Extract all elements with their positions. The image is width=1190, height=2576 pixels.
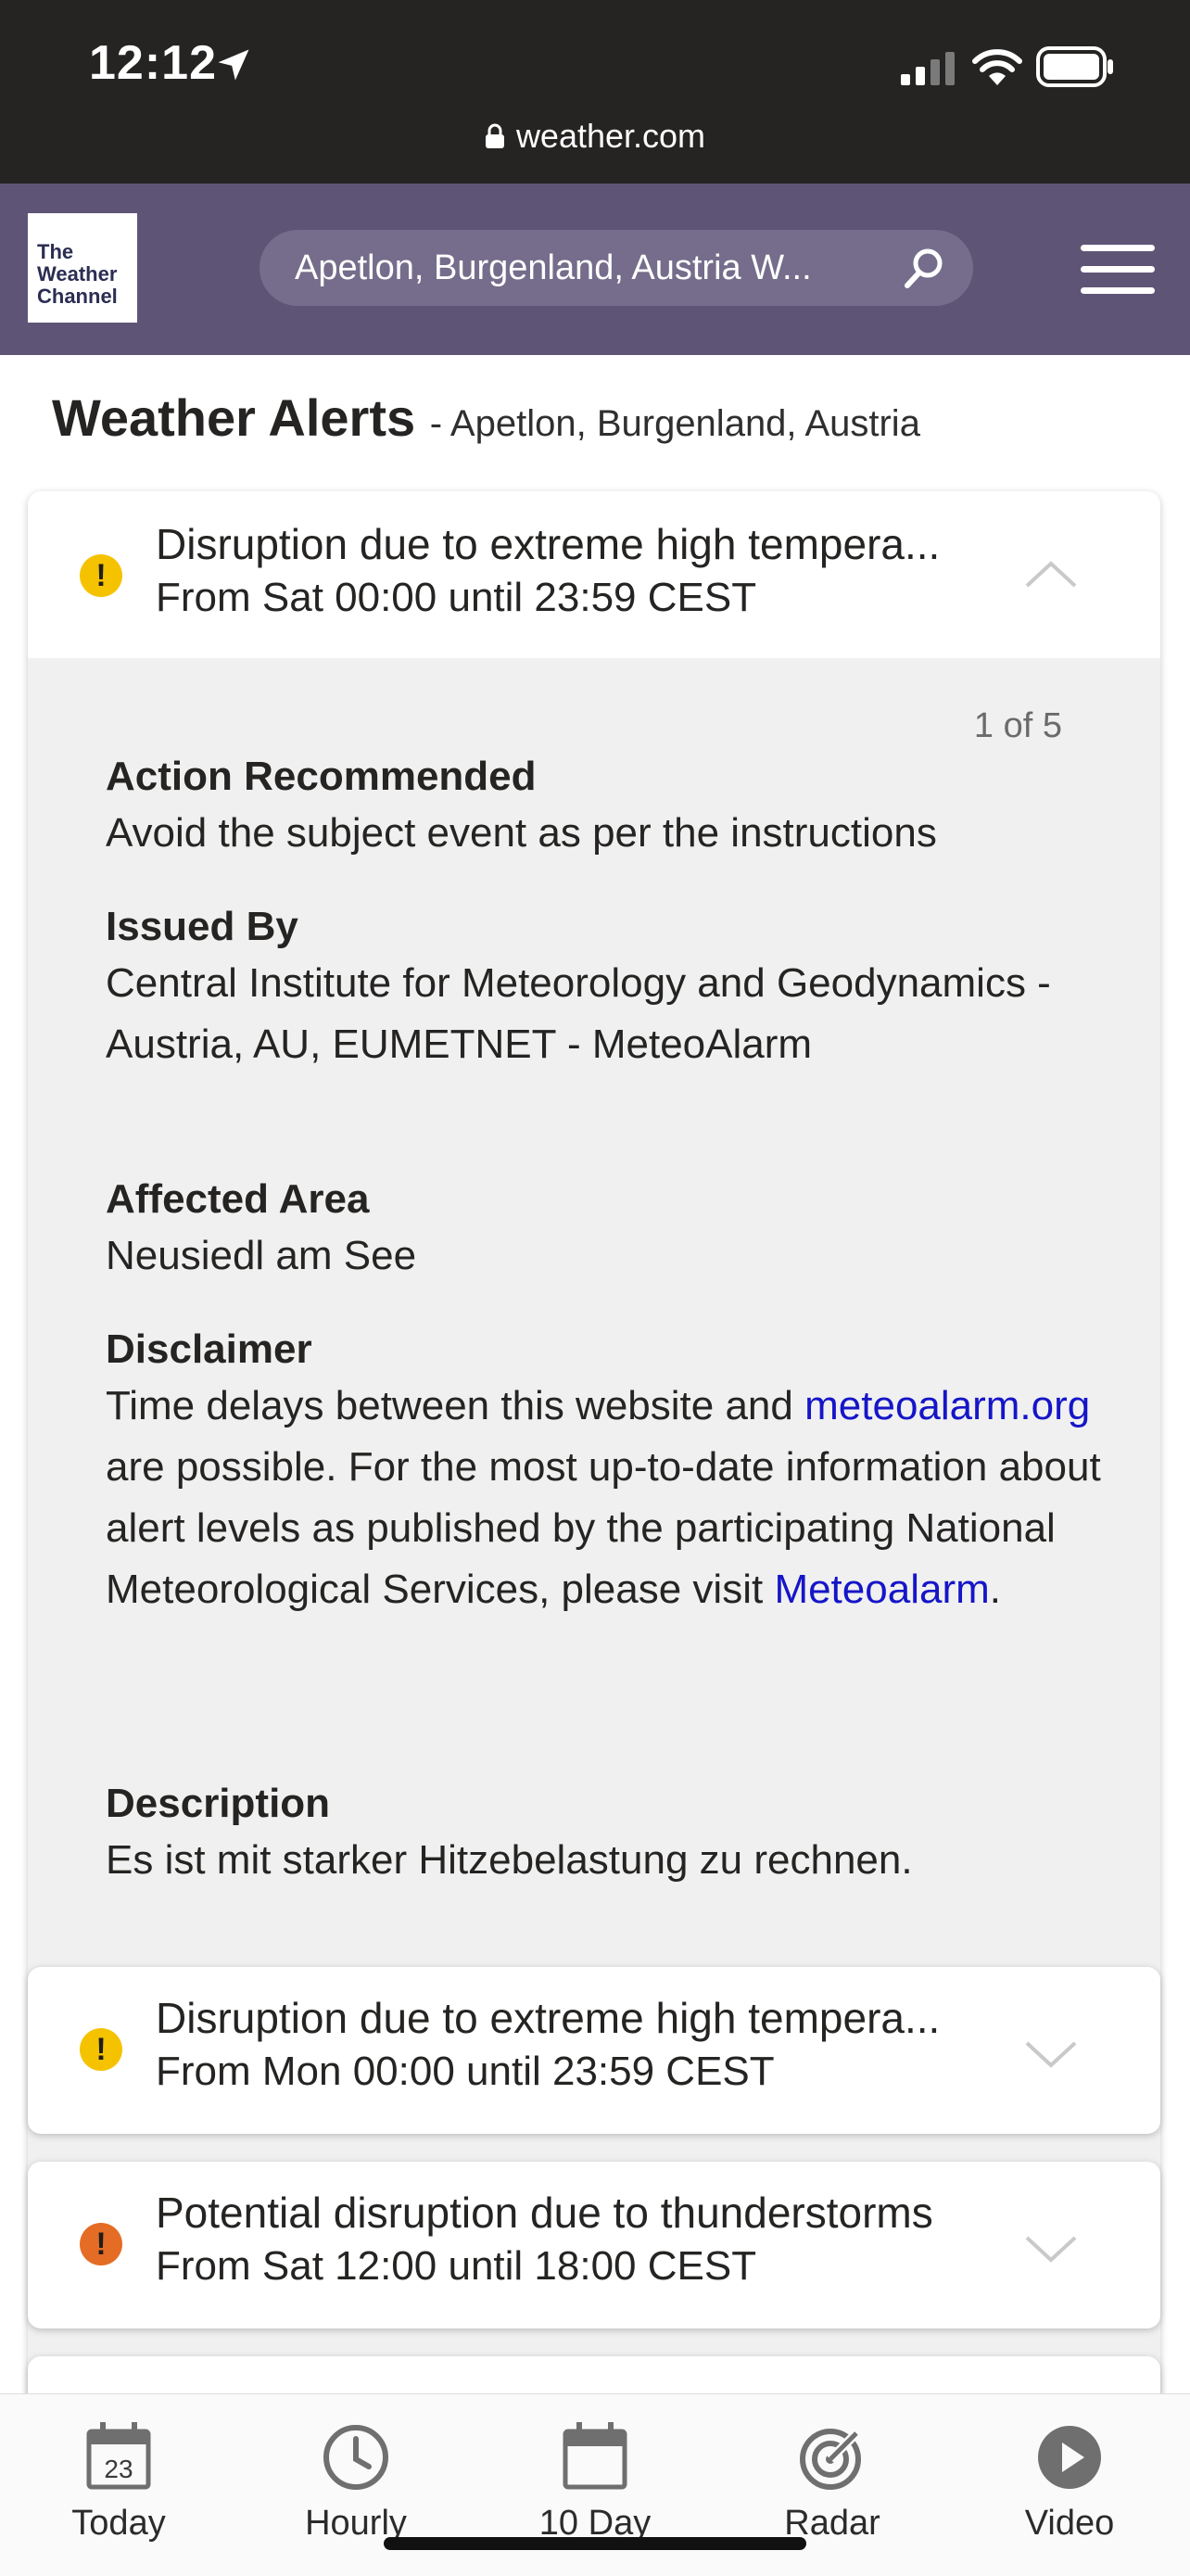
alert-title: Potential disruption due to thunderstorm… (156, 2189, 933, 2237)
logo-line: The (37, 240, 74, 263)
url-bar[interactable]: weather.com (0, 117, 1190, 156)
disclaimer-text: Time delays between this website and met… (106, 1376, 1107, 1620)
description-section: Description Es ist mit starker Hitzebela… (106, 1778, 1107, 1891)
cellular-signal-icon (901, 52, 955, 85)
chevron-up-icon[interactable] (1023, 558, 1079, 590)
alert-title: Disruption due to extreme high tempera..… (156, 1994, 941, 2042)
alert-card[interactable]: ! Potential disruption due to thundersto… (28, 2162, 1160, 2329)
description-text: Es ist mit starker Hitzebelastung zu rec… (106, 1837, 913, 1883)
action-text: Avoid the subject event as per the instr… (106, 810, 937, 856)
meteoalarm-link[interactable]: Meteoalarm (774, 1567, 989, 1612)
disclaimer-text-1: Time delays between this website and (106, 1383, 793, 1428)
nav-video[interactable]: Video (986, 2418, 1153, 2544)
lock-icon (485, 123, 504, 148)
alert-header[interactable]: ! Disruption due to extreme high tempera… (28, 1967, 1160, 2134)
area-text: Neusiedl am See (106, 1233, 417, 1278)
nav-label: Video (1024, 2504, 1115, 2543)
page-title: Weather Alerts - Apetlon, Burgenland, Au… (52, 387, 920, 448)
area-section: Affected Area Neusiedl am See (106, 1174, 1107, 1287)
warning-icon: ! (80, 2223, 122, 2265)
location-search-input[interactable]: Apetlon, Burgenland, Austria W... (260, 230, 973, 306)
disclaimer-section: Disclaimer Time delays between this webs… (106, 1324, 1107, 1620)
nav-radar[interactable]: Radar (749, 2418, 916, 2544)
home-indicator (384, 2537, 806, 2550)
hamburger-menu-icon[interactable] (1081, 245, 1158, 295)
location-arrow-icon (218, 49, 249, 81)
calendar-day: 23 (104, 2455, 133, 2483)
description-label: Description (106, 1781, 331, 1826)
search-icon[interactable] (899, 243, 949, 293)
alert-time: From Mon 00:00 until 23:59 CEST (156, 2049, 775, 2094)
alert-time: From Sat 12:00 until 18:00 CEST (156, 2243, 757, 2289)
calendar-icon (563, 2422, 627, 2490)
action-section: Action Recommended Avoid the subject eve… (106, 751, 1107, 864)
search-value: Apetlon, Burgenland, Austria W... (295, 248, 812, 287)
clock: 12:12 (89, 36, 217, 90)
calendar-today-icon: 23 (86, 2422, 151, 2490)
url-text: weather.com (515, 117, 706, 155)
chevron-down-icon[interactable] (1023, 2039, 1079, 2071)
logo-line: Weather (37, 262, 118, 286)
alert-time: From Sat 00:00 until 23:59 CEST (156, 575, 757, 620)
play-icon (1038, 2426, 1101, 2489)
alert-card: ! Disruption due to extreme high tempera… (28, 491, 1160, 2432)
weather-channel-logo[interactable]: The Weather Channel (28, 213, 137, 323)
warning-icon: ! (80, 554, 122, 597)
site-header: The Weather Channel Apetlon, Burgenland,… (0, 184, 1190, 355)
page-title-text: Weather Alerts (52, 388, 416, 447)
disclaimer-label: Disclaimer (106, 1326, 312, 1372)
chevron-down-icon[interactable] (1023, 2234, 1079, 2265)
issued-section: Issued By Central Institute for Meteorol… (106, 901, 1107, 1075)
wifi-icon (972, 49, 1022, 85)
alert-header[interactable]: ! Potential disruption due to thundersto… (28, 2162, 1160, 2329)
clock-icon (323, 2425, 388, 2490)
logo-line: Channel (37, 285, 118, 308)
alert-card[interactable]: ! Disruption due to extreme high tempera… (28, 1967, 1160, 2134)
meteoalarm-org-link[interactable]: meteoalarm.org (804, 1383, 1090, 1428)
issued-text: Central Institute for Meteorology and Ge… (106, 960, 1051, 1067)
alert-header[interactable]: ! Disruption due to extreme high tempera… (28, 491, 1160, 658)
nav-hourly[interactable]: Hourly (272, 2418, 439, 2544)
status-bar: 12:12 weather.com (0, 0, 1190, 184)
area-label: Affected Area (106, 1176, 370, 1222)
disclaimer-end: . (989, 1567, 1001, 1612)
nav-10-day[interactable]: 10 Day (512, 2418, 678, 2544)
nav-today[interactable]: 23 Today (35, 2418, 202, 2544)
alert-title: Disruption due to extreme high tempera..… (156, 520, 941, 568)
nav-label: Today (71, 2504, 166, 2543)
battery-icon (1036, 46, 1113, 87)
warning-icon: ! (80, 2028, 122, 2071)
action-label: Action Recommended (106, 754, 537, 799)
issued-label: Issued By (106, 904, 298, 949)
page-location: - Apetlon, Burgenland, Austria (429, 403, 920, 444)
alert-counter: 1 of 5 (973, 706, 1062, 745)
radar-icon (800, 2426, 864, 2490)
